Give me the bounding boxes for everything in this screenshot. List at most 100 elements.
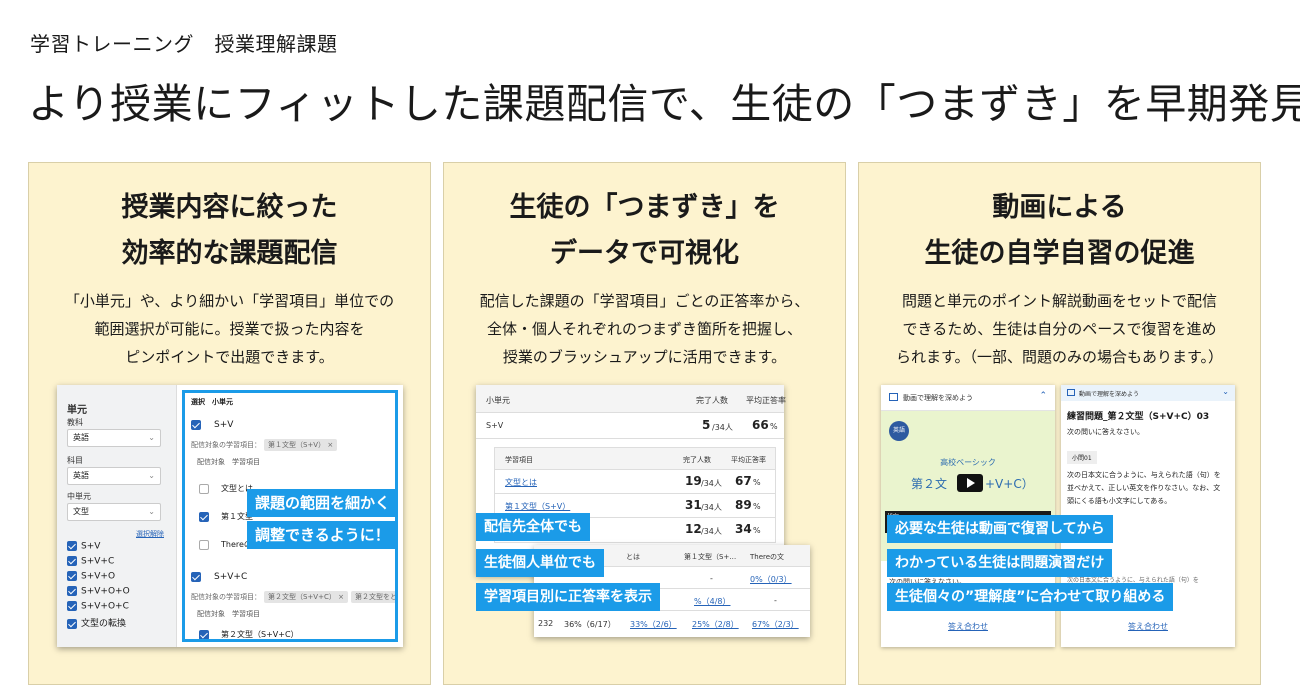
callout: 配信先全体でも [476, 513, 590, 541]
check-label: S+V+O+C [81, 601, 129, 612]
desc-line: 全体・個人それぞれのつまずき箇所を把握し、 [486, 320, 802, 338]
cell-link[interactable]: %（4/8） [694, 596, 730, 607]
item-link[interactable]: 第１文型（S+V） [505, 501, 570, 512]
check-sv[interactable]: S+V [67, 541, 100, 552]
page-headline: より授業にフィットした課題配信で、生徒の「つまずき」を早期発見 [28, 80, 1300, 128]
check-answer-link[interactable]: 答え合わせ [1061, 621, 1235, 632]
subject-select[interactable]: 英語 ⌄ [67, 429, 161, 447]
course-select[interactable]: 英語 ⌄ [67, 467, 161, 485]
eyebrow-title: 学習トレーニング 授業理解課題 [30, 32, 338, 56]
select-value: 英語 [73, 471, 89, 480]
chevron-down-icon: ⌄ [148, 507, 155, 516]
target-label: 配信対象の学習項目： [191, 441, 261, 449]
subject-badge: 英語 [889, 421, 909, 441]
col-header: 小単元 [486, 396, 510, 405]
question-body: 次の日本文に合うように、与えられた語（句）を 並べかえて、正しい英文を作りなさい… [1067, 469, 1221, 508]
callout: 学習項目別に正答率を表示 [476, 583, 660, 611]
desc-line: できるため、生徒は自分のペースで復習を進め [902, 320, 1217, 338]
cell-link[interactable]: 0%（0/3） [750, 574, 792, 585]
unit-name: S+V+C [214, 572, 248, 582]
cell: % [753, 478, 761, 487]
check-svo[interactable]: S+V+O [67, 571, 115, 582]
col-header: 平均正答率 [731, 456, 766, 464]
col-header: とは [626, 553, 640, 561]
callout: わかっている生徒は問題演習だけ [887, 549, 1113, 577]
checkbox-empty-icon [199, 539, 209, 550]
tag-label: 第１文型（S+V） [268, 441, 326, 449]
col-header: Thereの文 [750, 553, 785, 561]
desc-line: 範囲選択が可能に。授業で扱った内容を [94, 320, 365, 338]
cell: 67 [735, 474, 752, 488]
col-select: 選択 [191, 398, 205, 406]
sub-header: 配信対象 学習項目 [185, 609, 395, 619]
cell: 5 [702, 418, 711, 432]
video-header[interactable]: 動画で理解を深めよう ⌃ [881, 385, 1055, 411]
body-line: 次の日本文に合うように、与えられた語（句）を [1067, 471, 1221, 479]
card-title: 授業内容に絞った 効率的な課題配信 [29, 185, 430, 277]
col-header: 学習項目 [505, 456, 533, 464]
unit-row-sv[interactable]: S+V [185, 417, 395, 430]
sub-col: 学習項目 [232, 458, 260, 466]
play-icon[interactable] [957, 474, 983, 492]
list-header: 選択 小単元 [185, 397, 395, 407]
card-title-line: 生徒の自学自習の促進 [924, 238, 1195, 269]
col-header: 完了人数 [696, 396, 728, 405]
cell-link[interactable]: 33%（2/6） [630, 619, 677, 630]
cell: % [770, 422, 778, 431]
cell: % [753, 526, 761, 535]
callout: 必要な生徒は動画で復習してから [887, 515, 1113, 543]
cell: /34人 [701, 503, 722, 512]
cell: 19 [685, 474, 702, 488]
item-row[interactable]: 第２文型（S+V+C） [185, 629, 395, 639]
item-tag[interactable]: 第１文型（S+V） × [264, 439, 338, 451]
check-label: S+V [81, 541, 101, 552]
panel-heading: 単元 [67, 405, 87, 416]
mid-unit-select[interactable]: 文型 ⌄ [67, 503, 161, 521]
cell: 232 [538, 619, 554, 628]
checkbox-checked-icon [67, 618, 77, 629]
card-title-line: データで可視化 [550, 238, 739, 269]
unit-name: S+V [214, 420, 234, 430]
video-title-part: 第２文 [911, 477, 948, 491]
target-items: 配信対象の学習項目： 第１文型（S+V） × [185, 439, 395, 451]
checkbox-checked-icon [67, 556, 77, 566]
course-label: 科目 [67, 456, 83, 465]
subject-label: 教科 [67, 418, 83, 427]
cell-link[interactable]: 25%（2/8） [692, 619, 739, 630]
unit-row-svc[interactable]: S+V+C [185, 569, 395, 582]
header-label: 動画で理解を深めよう [1079, 391, 1140, 398]
question-label: 小問01 [1067, 451, 1097, 464]
card-title-line: 効率的な課題配信 [121, 238, 338, 269]
table-row: 文型とは 19 /34人 67 % [495, 470, 775, 494]
course-name: 高校ベーシック [940, 458, 996, 467]
sub-col: 学習項目 [232, 610, 260, 618]
checkbox-empty-icon [199, 483, 209, 494]
deselect-all-link[interactable]: 選択解除 [136, 529, 164, 539]
desc-line: 授業のブラッシュアップに活用できます。 [502, 348, 787, 366]
check-svoc[interactable]: S+V+O+C [67, 601, 129, 612]
check-answer-link[interactable]: 答え合わせ [881, 621, 1055, 632]
checkbox-checked-icon [67, 541, 77, 551]
col-header: 完了人数 [683, 456, 711, 464]
exercise-header[interactable]: 動画で理解を深めよう ⌄ [1061, 385, 1235, 401]
col-unit: 小単元 [212, 398, 233, 406]
item-tag[interactable]: 第２文型をとる動詞 × [350, 591, 395, 603]
checkbox-checked-icon [191, 571, 201, 582]
cell: 66 [752, 418, 769, 432]
item-name: 第２文型（S+V+C） [221, 630, 299, 639]
checkbox-checked-icon [67, 571, 77, 581]
check-label: S+V+C [81, 556, 115, 567]
check-svc[interactable]: S+V+C [67, 556, 114, 567]
table-row: 232 36%（6/17） 33%（2/6） 25%（2/8） 67%（2/3） [534, 611, 810, 635]
feature-card-3: 動画による 生徒の自学自習の促進 問題と単元のポイント解説動画をセットで配信 で… [858, 162, 1261, 685]
item-link[interactable]: 文型とは [505, 477, 537, 488]
card-title-line: 動画による [992, 192, 1127, 223]
cell-link[interactable]: 67%（2/3） [752, 619, 799, 630]
callout: 生徒個々の”理解度”に合わせて取り組める [887, 583, 1174, 611]
checkbox-checked-icon [191, 419, 201, 430]
check-label: S+V+O+O [81, 586, 130, 597]
check-transform[interactable]: 文型の転換 [67, 616, 126, 629]
film-icon [1067, 389, 1075, 396]
check-svoo[interactable]: S+V+O+O [67, 586, 130, 597]
item-tag[interactable]: 第２文型（S+V+C） × [264, 591, 348, 603]
